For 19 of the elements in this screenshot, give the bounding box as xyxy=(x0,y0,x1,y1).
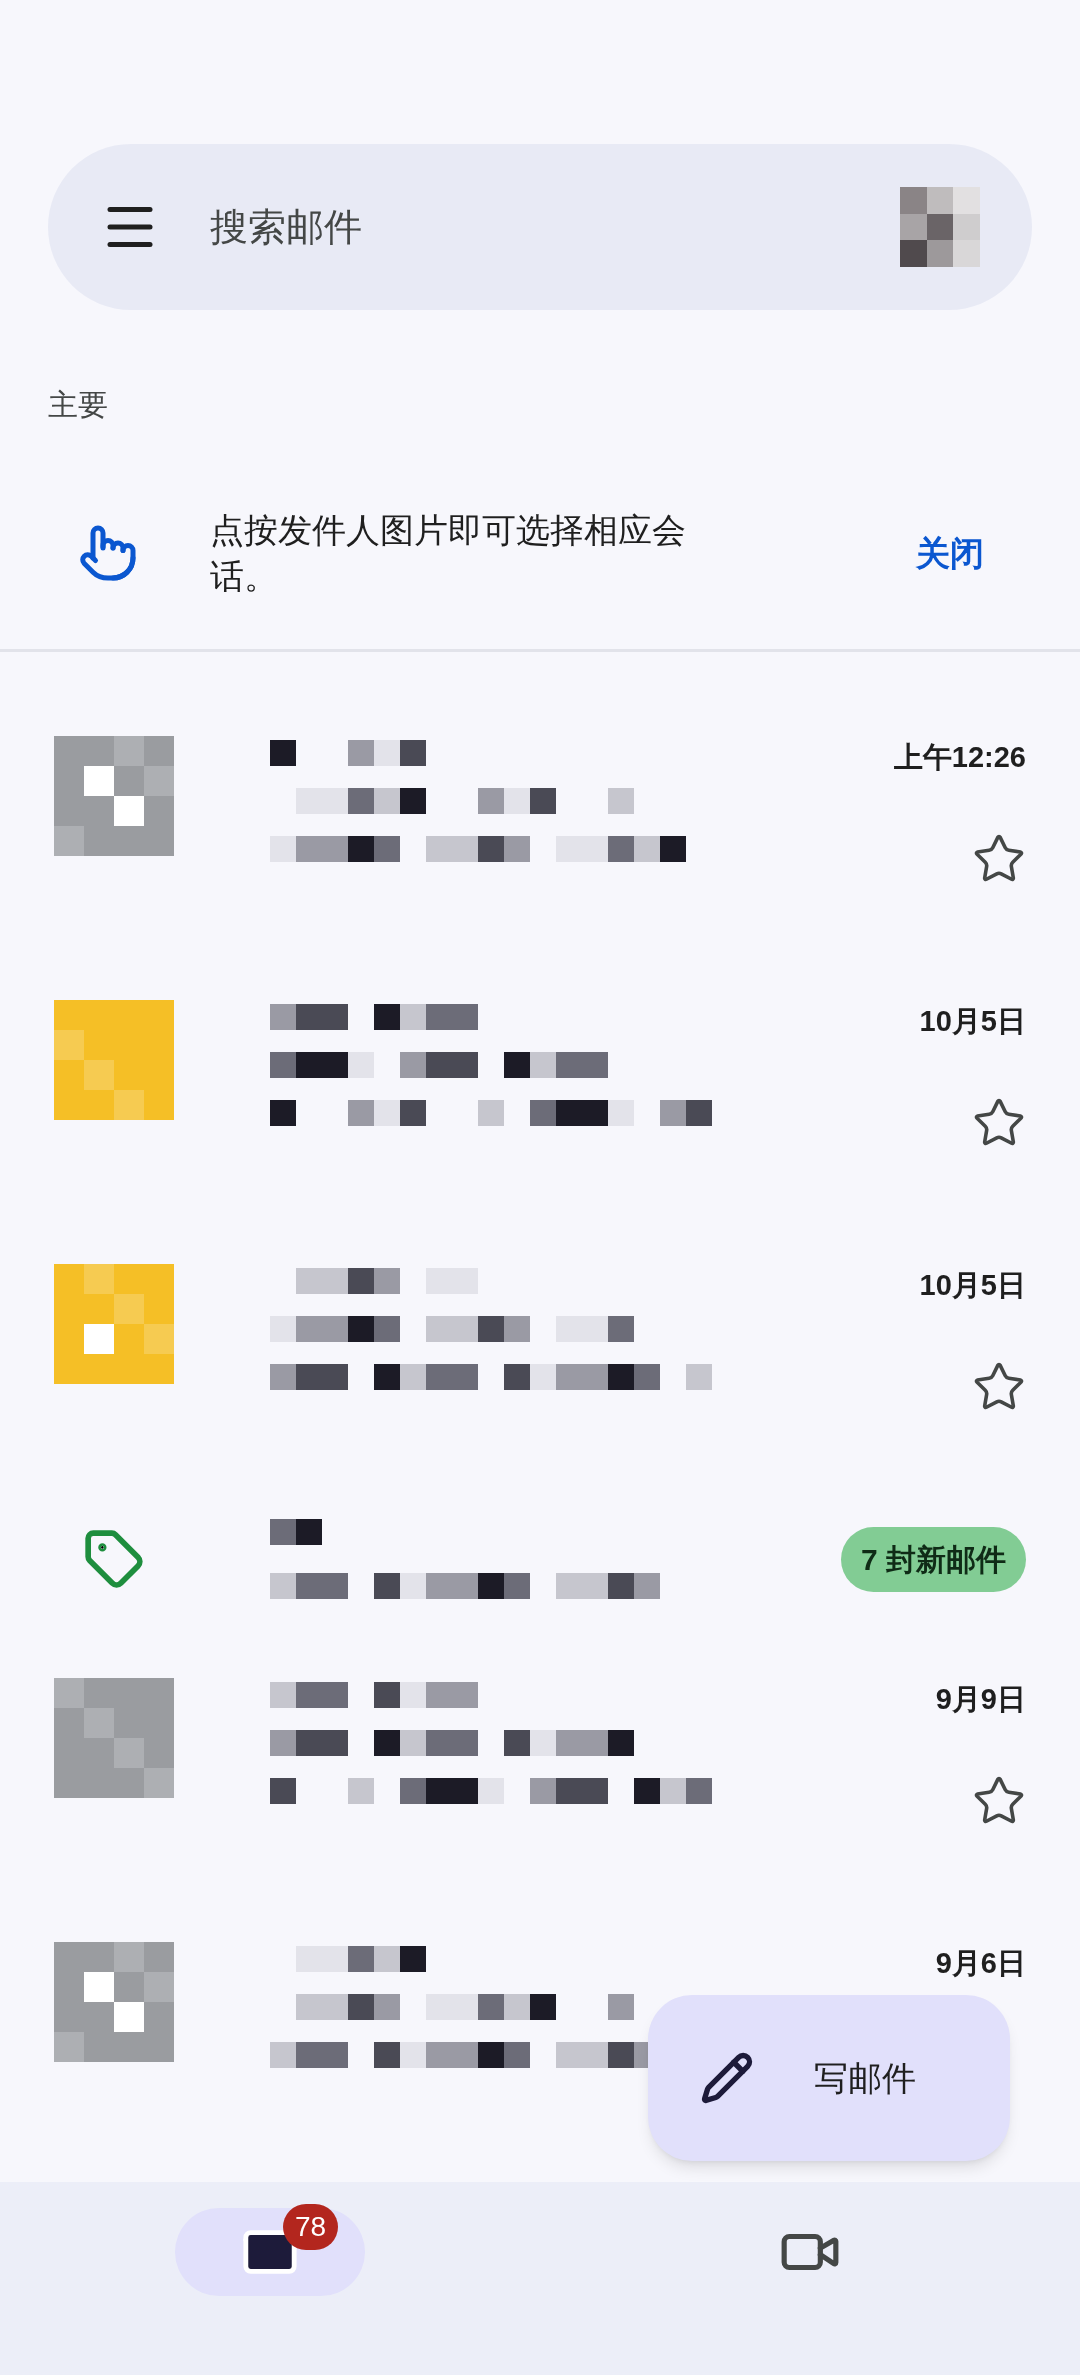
mail-date: 上午12:26 xyxy=(893,740,1026,775)
tag-icon xyxy=(83,1528,145,1590)
pixelated-text-drawing xyxy=(270,1519,322,1545)
search-bar[interactable]: 搜索邮件 xyxy=(48,144,1032,310)
search-field[interactable]: 搜索邮件 xyxy=(210,198,850,256)
mail-date: 10月5日 xyxy=(919,1268,1026,1303)
pencil-icon xyxy=(700,2051,754,2105)
mail-date: 9月6日 xyxy=(935,1946,1026,1981)
section-label: 主要 xyxy=(48,387,108,423)
tap-hand-icon xyxy=(78,523,138,583)
dismiss-button[interactable]: 关闭 xyxy=(916,527,984,579)
promotions-row[interactable]: 7 封新邮件 xyxy=(0,1474,1080,1644)
new-mail-count: 7 封新邮件 xyxy=(840,1526,1026,1592)
compose-button[interactable]: 写邮件 xyxy=(648,1995,1010,2161)
unread-badge: 78 xyxy=(283,2204,339,2250)
tip-text: 点按发件人图片即可选择相应会话。 xyxy=(210,510,687,597)
mail-date: 10月5日 xyxy=(919,1004,1026,1039)
mail-date: 9月9日 xyxy=(935,1682,1026,1717)
profile-avatar[interactable] xyxy=(900,187,980,267)
